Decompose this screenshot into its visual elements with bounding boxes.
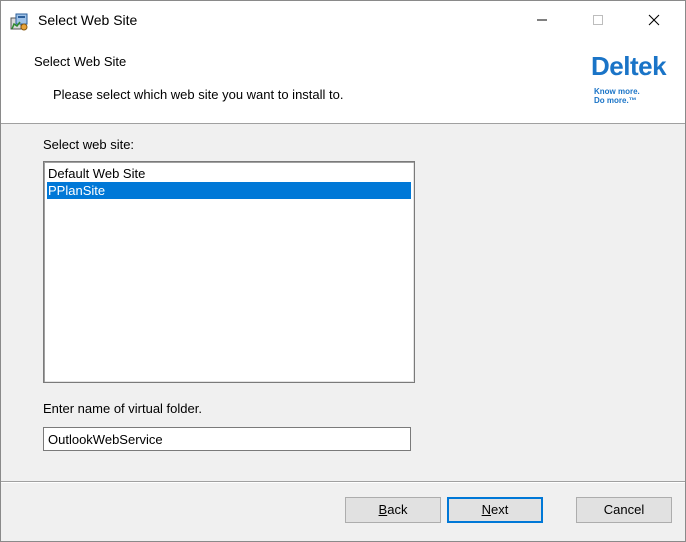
next-button[interactable]: Next <box>447 497 543 523</box>
next-accel: N <box>481 502 492 517</box>
site-list-label: Select web site: <box>43 137 135 152</box>
maximize-button[interactable] <box>575 1 621 41</box>
back-button[interactable]: Back <box>345 497 441 523</box>
footer-divider <box>1 481 685 483</box>
installer-package-icon <box>9 10 31 32</box>
virtual-folder-input[interactable] <box>43 427 411 451</box>
close-icon <box>648 14 660 29</box>
deltek-logo: Deltek Know more. Do more.™ <box>591 51 681 117</box>
back-label: ack <box>387 502 408 517</box>
list-item-pplansite[interactable]: PPlanSite <box>47 182 411 199</box>
minimize-button[interactable] <box>519 1 565 41</box>
installer-window: Select Web Site Select Web Site Please s… <box>0 0 686 542</box>
list-item-default-web-site[interactable]: Default Web Site <box>47 165 411 182</box>
minimize-icon <box>536 14 548 29</box>
logo-tagline-line2: Do more.™ <box>594 96 637 105</box>
logo-tagline-line1: Know more. <box>594 87 640 96</box>
close-button[interactable] <box>631 1 677 41</box>
next-label: ext <box>491 502 509 517</box>
cancel-button[interactable]: Cancel <box>576 497 672 523</box>
web-site-listbox[interactable]: Default Web Site PPlanSite <box>43 161 415 383</box>
banner-title: Select Web Site <box>34 54 127 69</box>
header-banner: Select Web Site Please select which web … <box>1 41 685 124</box>
window-title: Select Web Site <box>38 12 138 28</box>
maximize-icon <box>592 14 604 29</box>
banner-description: Please select which web site you want to… <box>53 87 344 102</box>
back-accel: B <box>378 502 388 517</box>
virtual-folder-label: Enter name of virtual folder. <box>43 401 202 416</box>
logo-wordmark: Deltek <box>591 51 667 81</box>
title-bar[interactable]: Select Web Site <box>1 1 685 41</box>
